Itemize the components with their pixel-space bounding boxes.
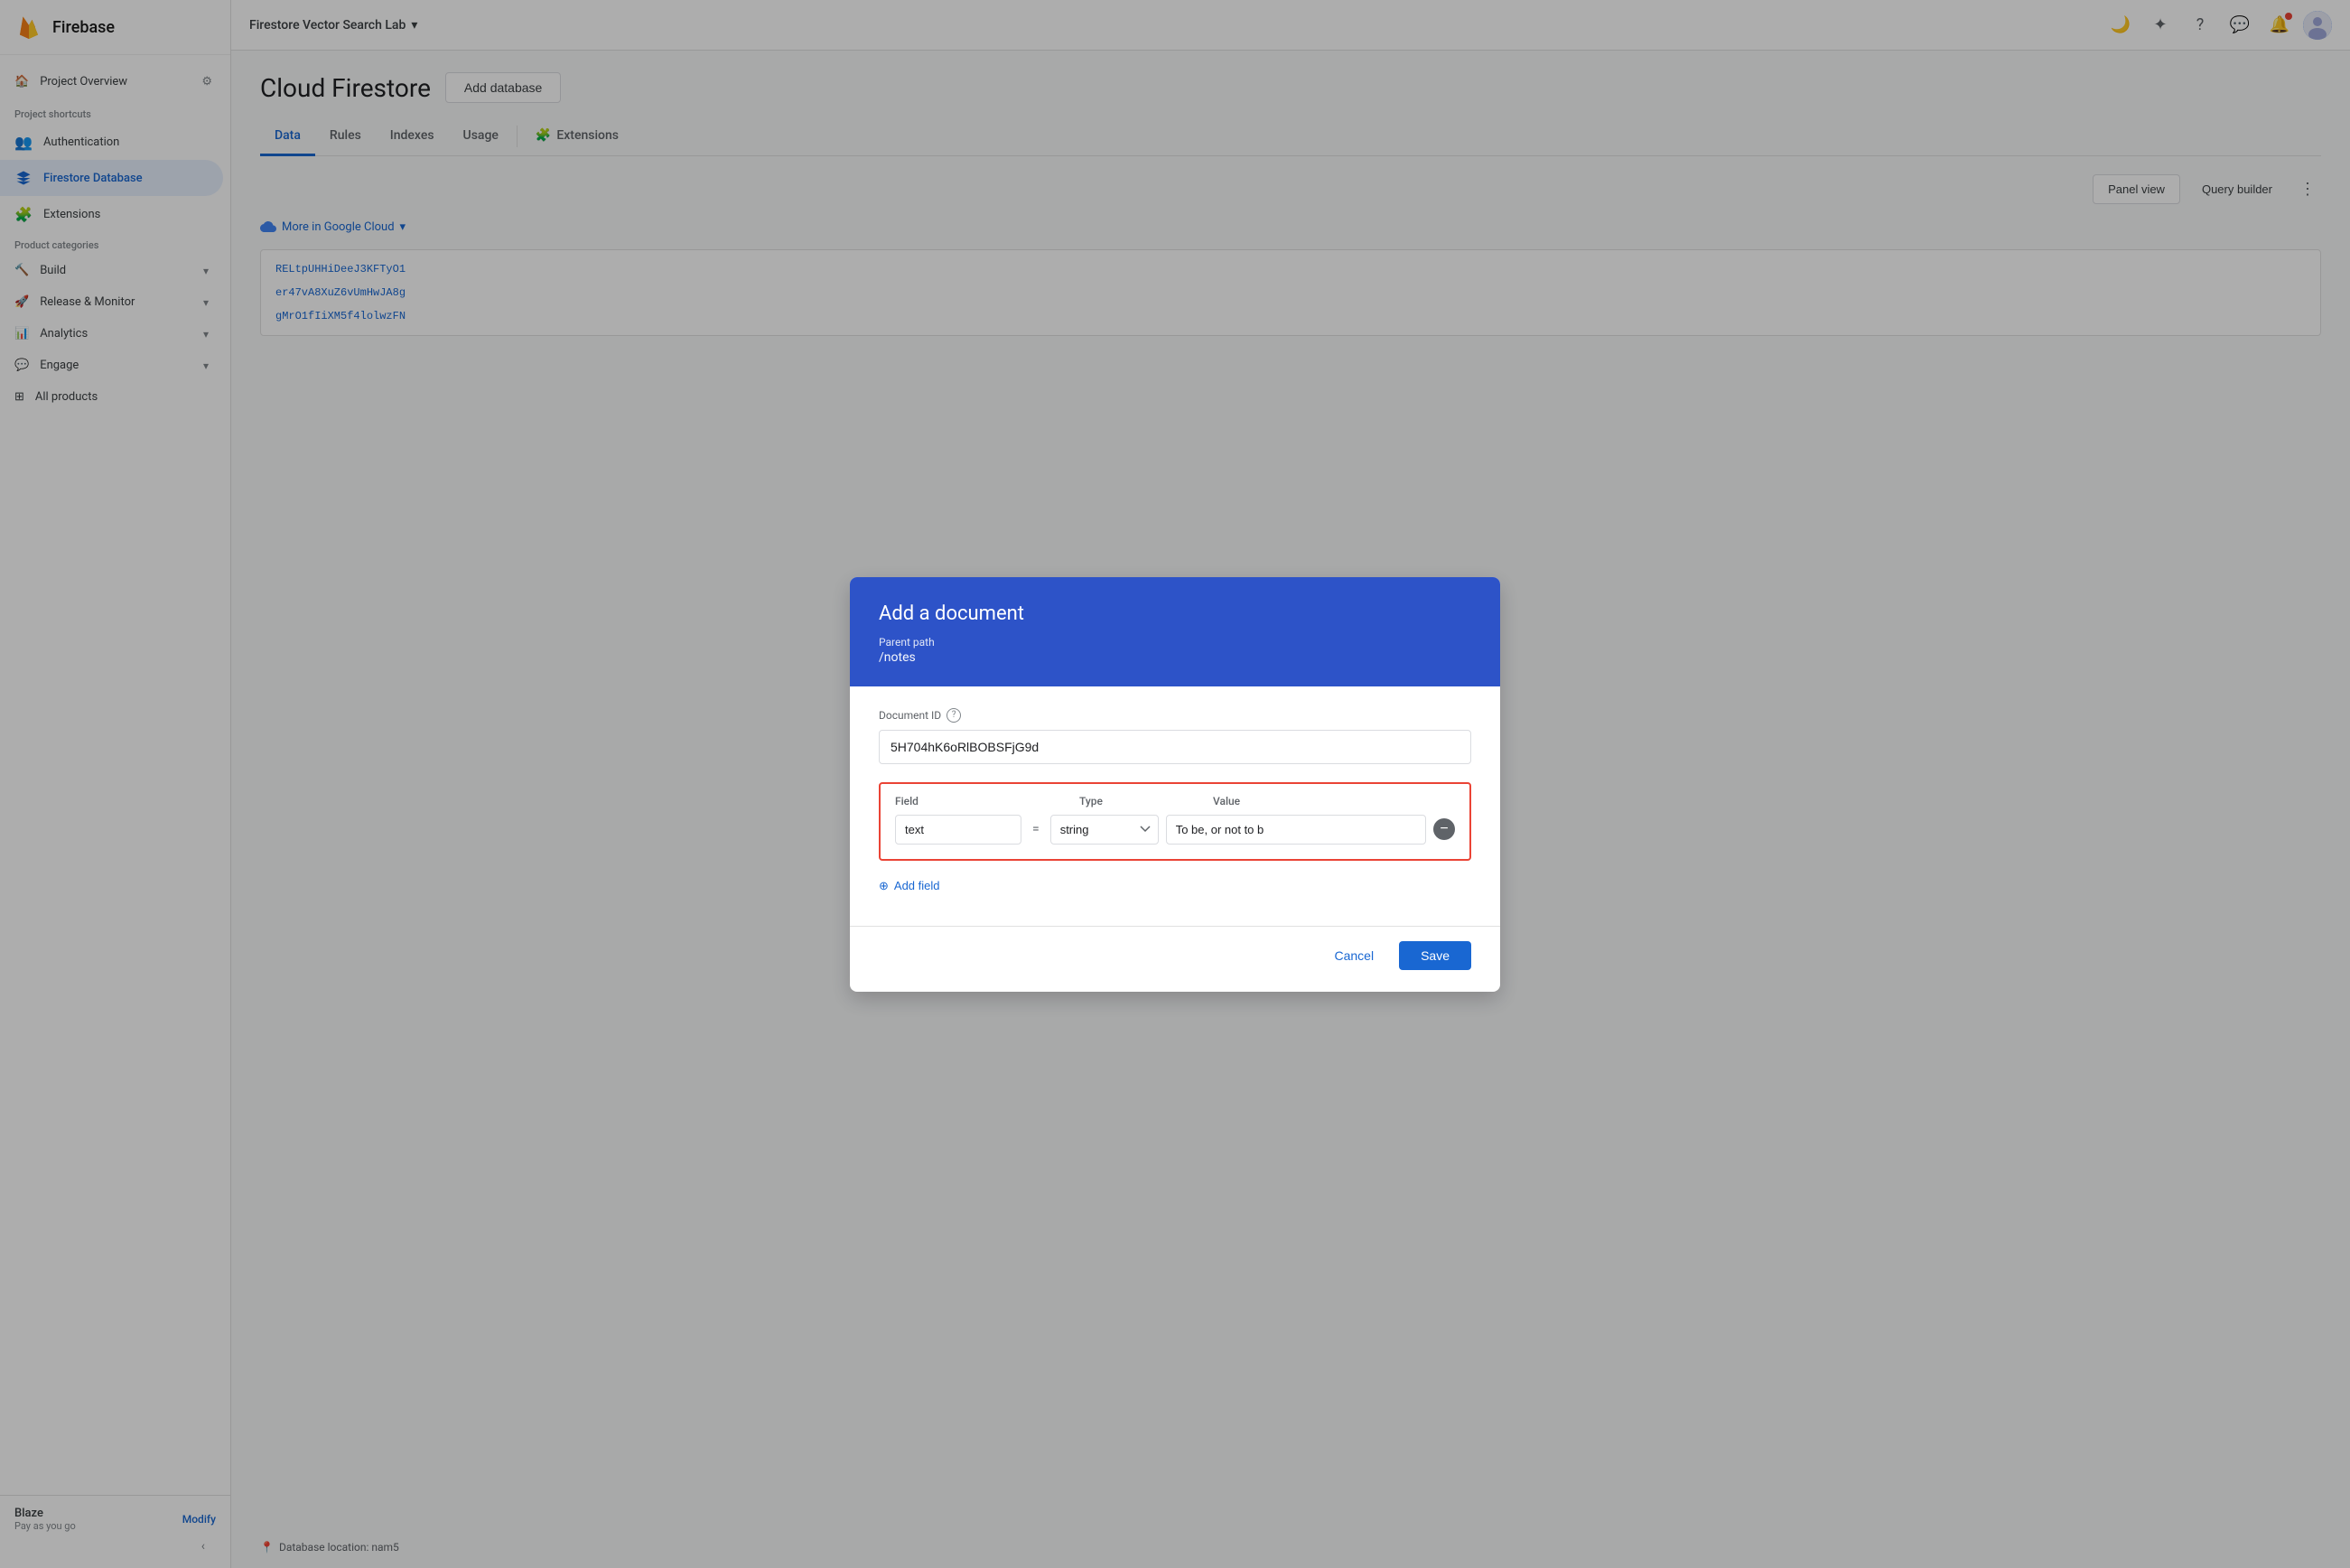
value-column-header: Value bbox=[1213, 795, 1455, 807]
cancel-button[interactable]: Cancel bbox=[1316, 941, 1392, 970]
field-column-header: Field bbox=[895, 795, 1021, 807]
field-row-1: = string number boolean map array null t… bbox=[895, 815, 1455, 845]
field-name-input[interactable] bbox=[895, 815, 1021, 845]
field-headers: Field Type Value bbox=[895, 795, 1455, 807]
add-document-dialog: Add a document Parent path /notes Docume… bbox=[850, 577, 1500, 992]
field-value-input[interactable] bbox=[1166, 815, 1426, 845]
document-id-input[interactable] bbox=[879, 730, 1471, 764]
doc-id-label: Document ID ? bbox=[879, 708, 1471, 723]
dialog-parent-label: Parent path bbox=[879, 636, 1471, 649]
doc-id-help-icon[interactable]: ? bbox=[947, 708, 961, 723]
remove-field-button[interactable]: − bbox=[1433, 818, 1455, 840]
dialog-footer: Cancel Save bbox=[850, 926, 1500, 992]
equals-sign: = bbox=[1029, 822, 1043, 836]
dialog-header: Add a document Parent path /notes bbox=[850, 577, 1500, 686]
dialog-title: Add a document bbox=[879, 602, 1471, 625]
dialog-parent-path: /notes bbox=[879, 650, 1471, 665]
fields-section: Field Type Value = string number boolean… bbox=[879, 782, 1471, 861]
add-field-plus-icon: ⊕ bbox=[879, 879, 889, 893]
save-button[interactable]: Save bbox=[1399, 941, 1471, 970]
dialog-body: Document ID ? Field Type Value = string bbox=[850, 686, 1500, 926]
add-field-button[interactable]: ⊕ Add field bbox=[879, 872, 940, 901]
type-column-header: Type bbox=[1079, 795, 1188, 807]
field-type-select[interactable]: string number boolean map array null tim… bbox=[1050, 815, 1159, 845]
minus-icon: − bbox=[1440, 821, 1448, 837]
modal-overlay[interactable]: Add a document Parent path /notes Docume… bbox=[0, 0, 2350, 1568]
